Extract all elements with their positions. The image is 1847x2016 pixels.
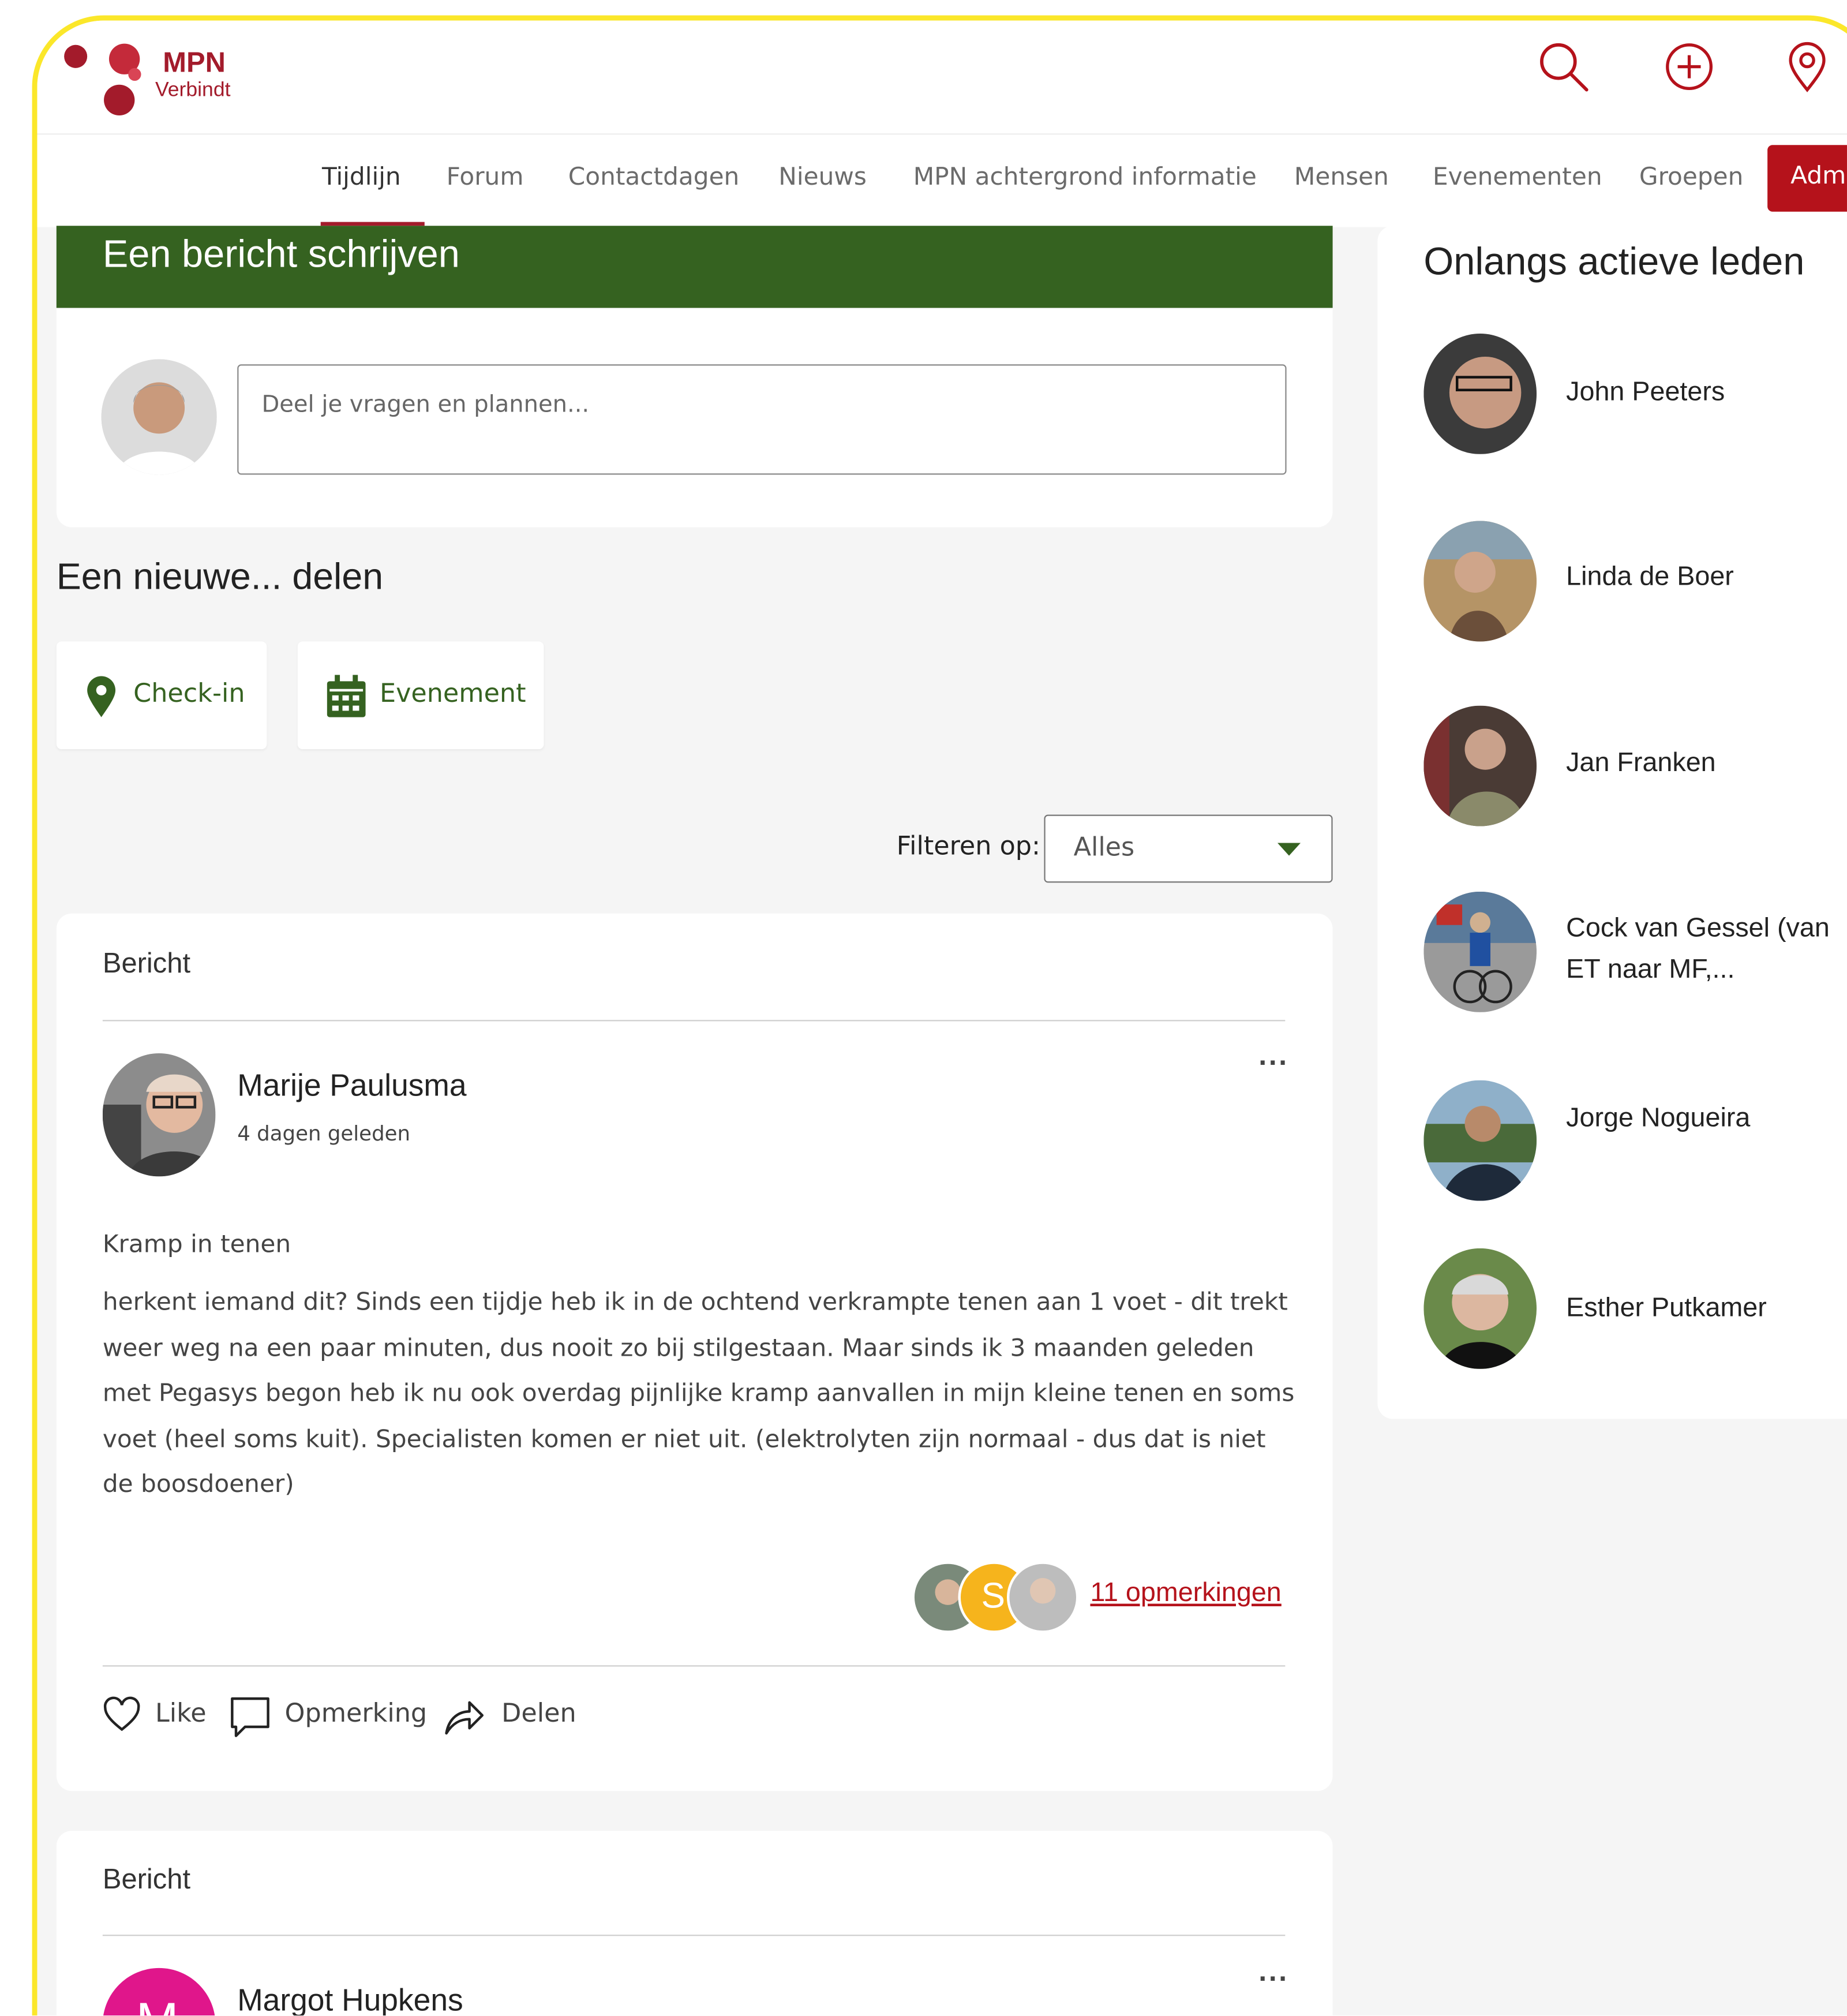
member-name[interactable]: John Peeters [1566, 372, 1725, 413]
search-icon[interactable] [1535, 39, 1592, 95]
comment-button[interactable]: Opmerking [230, 1692, 427, 1744]
author-avatar-initial: M [136, 1993, 179, 2015]
composer-placeholder: Deel je vragen en plannen... [261, 391, 590, 418]
member-avatar[interactable] [1423, 891, 1537, 1012]
nav-mpn-achtergrond[interactable]: MPN achtergrond informatie [913, 163, 1257, 191]
post-divider [102, 1935, 1286, 1936]
filter-label: Filteren op: [896, 830, 1041, 861]
nav-contactdagen[interactable]: Contactdagen [568, 163, 740, 191]
member-avatar[interactable] [1423, 521, 1537, 642]
member-name[interactable]: Jan Franken [1566, 743, 1715, 784]
speech-bubble-icon [231, 1697, 269, 1737]
device-frame: MPN Verbindt Tijdlijn Forum Contactdagen… [32, 15, 1847, 2016]
main-nav: Tijdlijn Forum Contactdagen Nieuws MPN a… [37, 133, 1847, 227]
nav-tijdlijn[interactable]: Tijdlijn [322, 163, 401, 191]
site-logo[interactable]: MPN Verbindt [63, 39, 242, 118]
post-divider [102, 1020, 1286, 1022]
member-avatar[interactable] [1423, 1080, 1537, 1201]
composer-header: Een bericht schrijven [56, 226, 1333, 308]
checkin-label: Check-in [133, 677, 245, 709]
share-section-title: Een nieuwe... delen [56, 556, 384, 598]
screenshot-stage: MPN Verbindt Tijdlijn Forum Contactdagen… [0, 0, 1847, 2016]
logo-mark-icon [64, 43, 141, 116]
post-actions-divider [102, 1665, 1286, 1667]
post-author-name[interactable]: Marije Paulusma [237, 1069, 466, 1105]
event-label: Evenement [379, 677, 526, 709]
comments-count-link[interactable]: 11 opmerkingen [1090, 1578, 1281, 1609]
post-composer-input[interactable]: Deel je vragen en plannen... [237, 364, 1287, 475]
share-label: Delen [501, 1697, 576, 1729]
logo-text-primary: MPN [163, 46, 226, 78]
admin-button[interactable]: Admin [1767, 145, 1847, 212]
post-type-label: Bericht [102, 1862, 191, 1895]
commenter-initial: S [981, 1575, 1006, 1615]
post-title: Kramp in tenen [102, 1230, 291, 1259]
heart-icon [103, 1696, 140, 1731]
post-timestamp: 4 dagen geleden [237, 1121, 411, 1146]
post-author-name[interactable]: Margot Hupkens [237, 1984, 463, 2016]
plus-circle-icon[interactable] [1661, 39, 1718, 95]
share-arrow-icon [445, 1701, 484, 1735]
member-name[interactable]: Esther Putkamer [1566, 1288, 1767, 1329]
member-photo-icon [1423, 705, 1537, 826]
caret-down-icon [1277, 843, 1301, 856]
checkin-button[interactable]: Check-in [56, 641, 267, 750]
nav-groepen[interactable]: Groepen [1639, 163, 1744, 191]
filter-select[interactable]: Alles [1044, 814, 1333, 883]
current-user-avatar[interactable] [101, 359, 217, 475]
member-name[interactable]: Cock van Gessel (van ET naar MF,... [1566, 908, 1835, 990]
member-photo-icon [1423, 521, 1537, 642]
member-name[interactable]: Linda de Boer [1566, 557, 1734, 598]
member-name[interactable]: Jorge Nogueira [1566, 1098, 1758, 1139]
sidebar-title: Onlangs actieve leden [1423, 241, 1805, 284]
post-more-options-icon[interactable]: ... [1258, 1044, 1288, 1071]
member-photo-icon [1423, 1248, 1537, 1369]
author-photo-icon [102, 1053, 216, 1177]
nav-mensen[interactable]: Mensen [1294, 163, 1389, 191]
calendar-icon [327, 675, 366, 717]
event-button[interactable]: Evenement [297, 641, 544, 750]
post-body: herkent iemand dit? Sinds een tijdje heb… [102, 1288, 1295, 1499]
location-marker-icon [87, 676, 116, 717]
nav-nieuws[interactable]: Nieuws [778, 163, 867, 191]
like-button[interactable]: Like [103, 1692, 207, 1744]
post-type-label: Bericht [102, 947, 191, 979]
nav-forum[interactable]: Forum [447, 163, 524, 191]
active-members-sidebar: Onlangs actieve leden John Peeters Linda… [1377, 226, 1847, 1419]
top-header: MPN Verbindt [37, 20, 1847, 134]
member-avatar[interactable] [1423, 1248, 1537, 1369]
composer-title: Een bericht schrijven [102, 233, 460, 276]
member-photo-icon [1423, 333, 1537, 454]
member-avatar[interactable] [1423, 333, 1537, 454]
comment-label: Opmerking [284, 1697, 428, 1729]
location-pin-icon[interactable] [1779, 39, 1835, 95]
logo-text-secondary: Verbindt [155, 79, 231, 102]
author-avatar[interactable] [102, 1053, 216, 1177]
like-label: Like [155, 1697, 207, 1729]
share-button[interactable]: Delen [444, 1692, 585, 1744]
nav-evenementen[interactable]: Evenementen [1433, 163, 1602, 191]
member-photo-icon [1423, 891, 1537, 1012]
member-photo-icon [1423, 1080, 1537, 1201]
member-avatar[interactable] [1423, 705, 1537, 826]
filter-selected-value: Alles [1073, 831, 1135, 862]
post-more-options-icon[interactable]: ... [1258, 1961, 1288, 1988]
user-photo-icon [101, 359, 217, 475]
